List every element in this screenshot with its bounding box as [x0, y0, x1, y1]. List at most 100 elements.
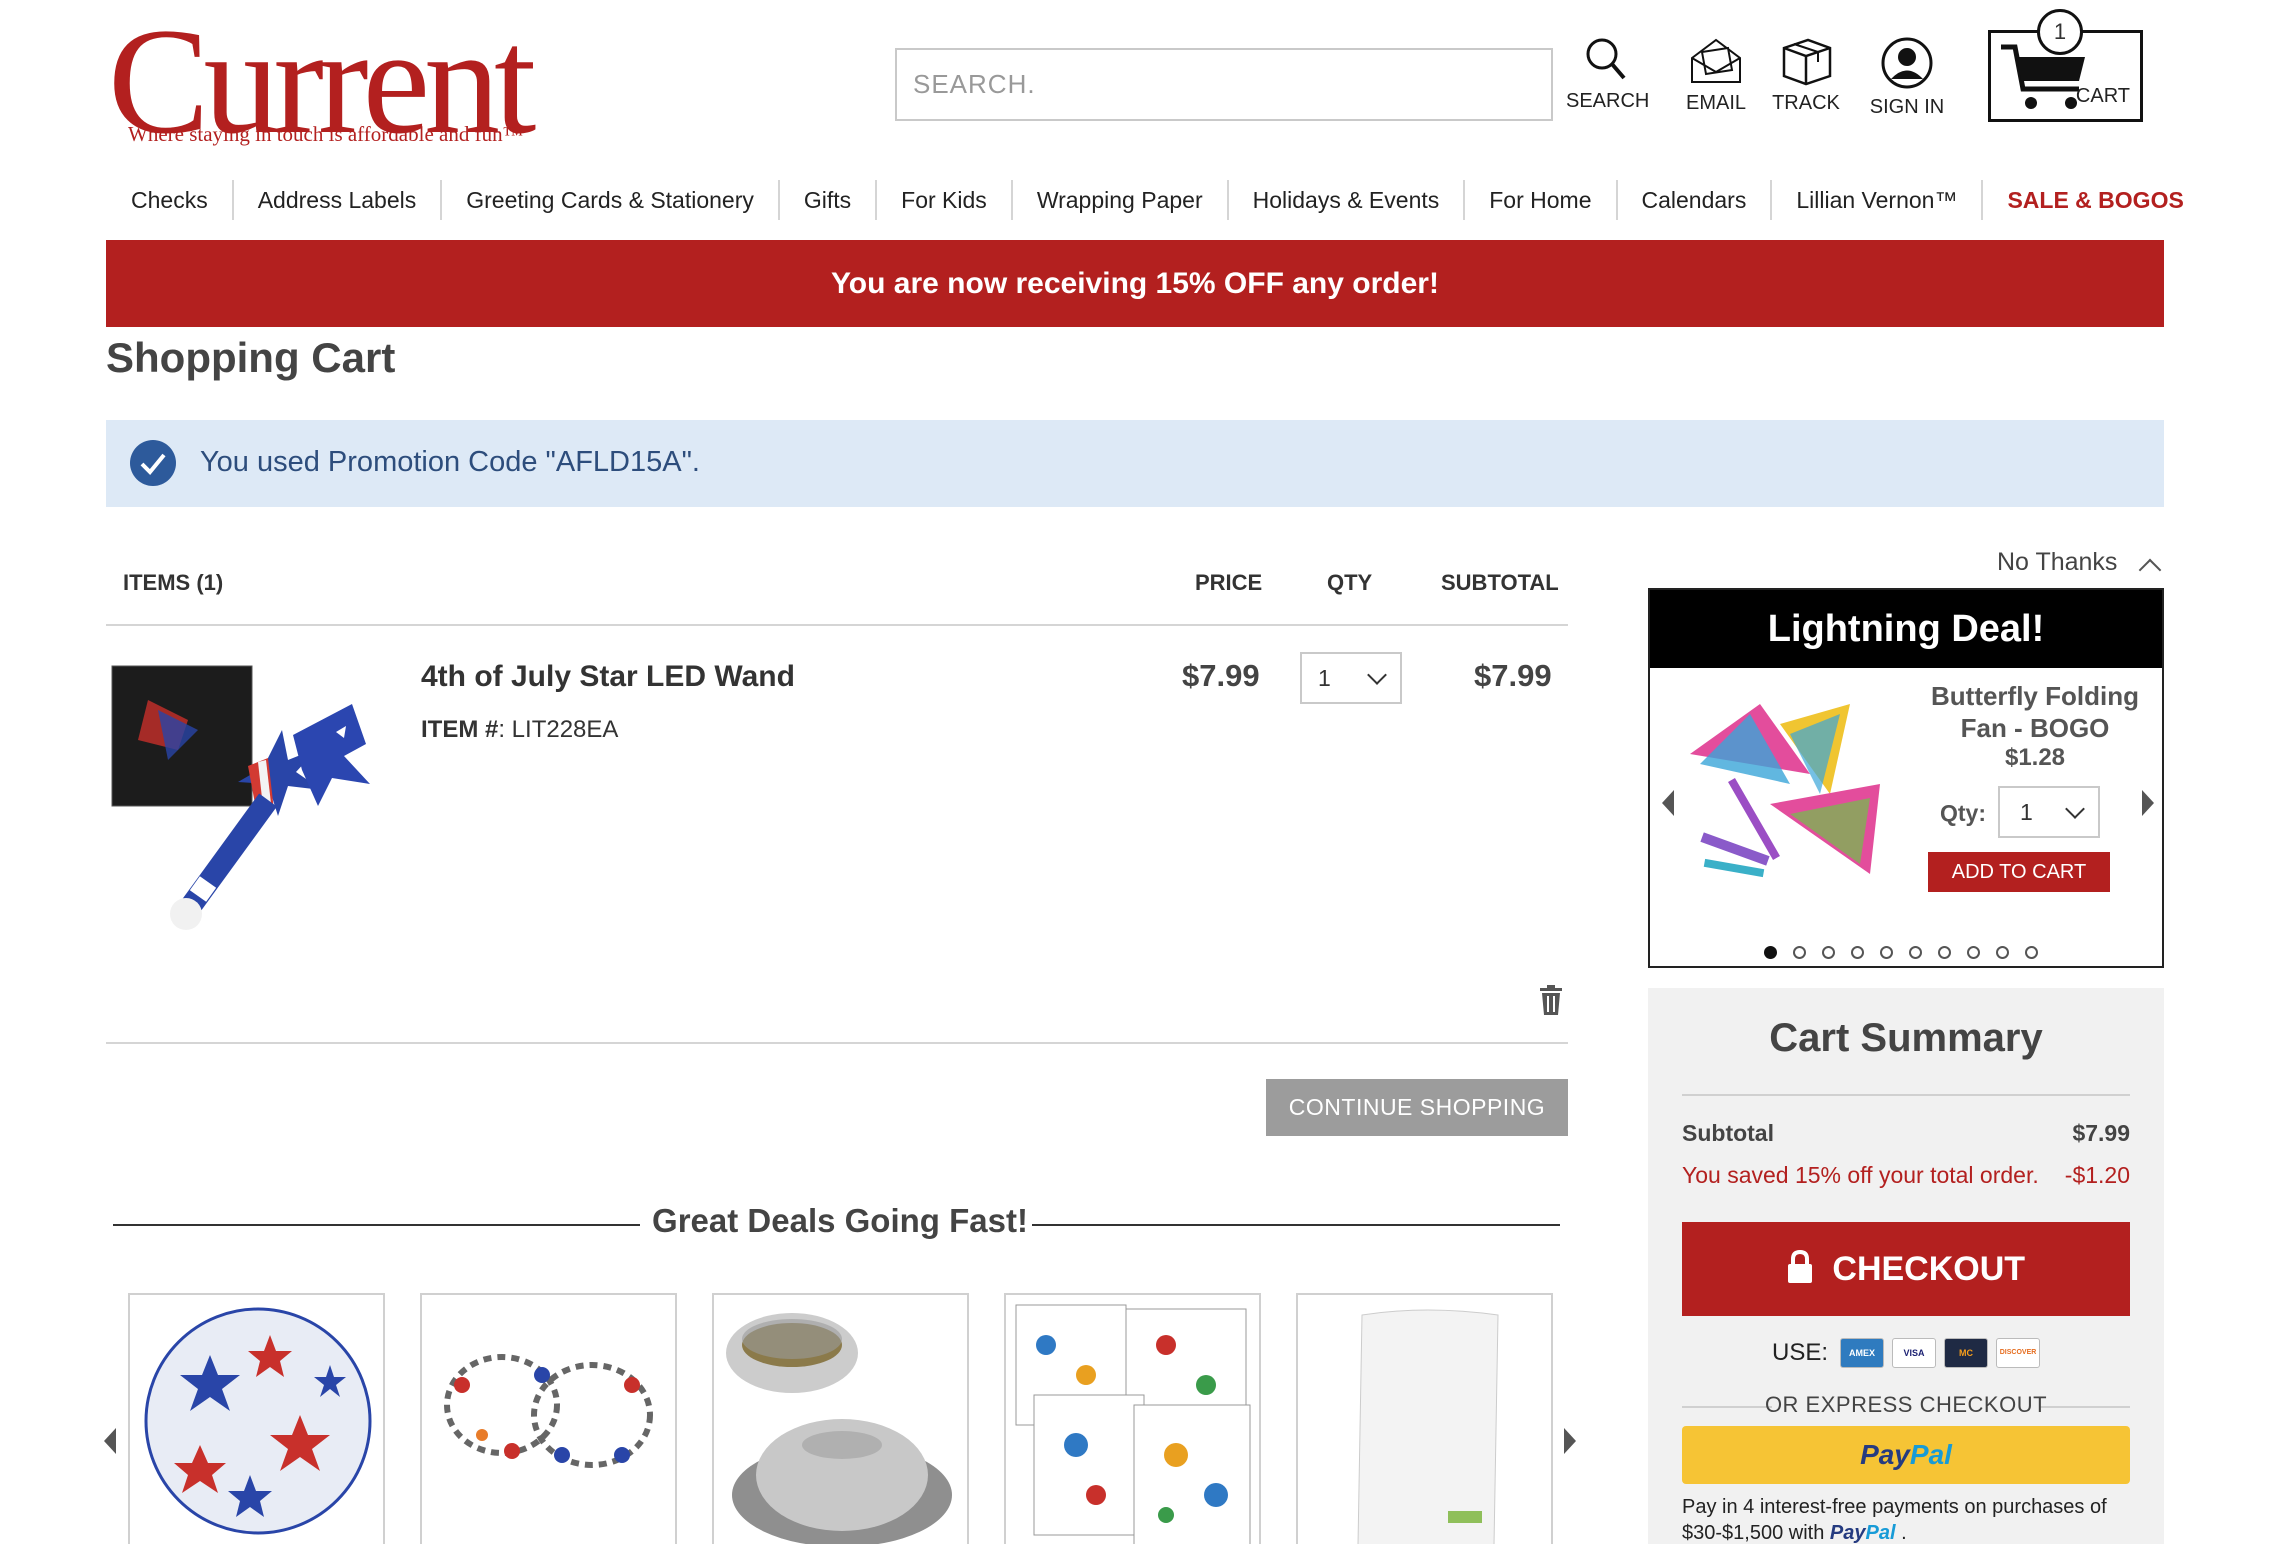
- nav-calendars[interactable]: Calendars: [1615, 180, 1771, 220]
- nav-for-kids[interactable]: For Kids: [875, 180, 1011, 220]
- track-button-label: TRACK: [1772, 92, 1840, 114]
- item-price: $7.99: [1182, 658, 1260, 693]
- product-image-star-wand[interactable]: [108, 660, 388, 940]
- package-icon: [1782, 38, 1832, 86]
- sign-in-button[interactable]: SIGN IN: [1862, 36, 1952, 119]
- lightning-deal-title: Lightning Deal!: [1650, 590, 2162, 668]
- deal-card-star-ball[interactable]: [128, 1293, 385, 1544]
- paypal-button[interactable]: PayPal: [1682, 1426, 2130, 1484]
- subtotal-header: SUBTOTAL: [1441, 570, 1559, 595]
- nav-address-labels[interactable]: Address Labels: [231, 180, 441, 220]
- promo-code-message: You used Promotion Code "AFLD15A".: [106, 420, 2164, 507]
- chevron-down-icon: [2065, 799, 2085, 819]
- lightning-deal-price: $1.28: [2004, 744, 2066, 771]
- lightning-deal-qty-value: 1: [2020, 799, 2033, 825]
- item-qty-select[interactable]: 1: [1300, 652, 1402, 704]
- cart-summary-title: Cart Summary: [1769, 1016, 2043, 1060]
- lightning-deal-image[interactable]: [1680, 694, 1910, 894]
- add-to-cart-button[interactable]: ADD TO CART: [1928, 852, 2110, 892]
- item-number-label: ITEM #: [421, 716, 499, 743]
- search-icon: [1586, 38, 1626, 80]
- mastercard-card-icon: MC: [1944, 1338, 1989, 1368]
- deal-card-white-bag[interactable]: [1296, 1293, 1553, 1544]
- deal-card-microwave-cover[interactable]: [712, 1293, 969, 1544]
- deals-prev-arrow-icon[interactable]: [104, 1428, 116, 1454]
- paypal-inline-pal: Pal: [1865, 1522, 1896, 1544]
- pay-in-4-text: Pay in 4 interest-free payments on purch…: [1682, 1494, 2142, 1544]
- nav-checks[interactable]: Checks: [106, 180, 232, 220]
- subtotal-value: $7.99: [2072, 1120, 2130, 1146]
- user-icon: [1881, 37, 1933, 89]
- nav-greeting-cards[interactable]: Greeting Cards & Stationery: [440, 180, 778, 220]
- page-title: Shopping Cart: [106, 334, 396, 381]
- summary-savings-row: You saved 15% off your total order. -$1.…: [1682, 1162, 2130, 1189]
- lock-icon: [1787, 1250, 1812, 1284]
- carousel-dot[interactable]: [1909, 946, 1922, 959]
- deals-title: Great Deals Going Fast!: [652, 1202, 1028, 1239]
- lightning-deal-qty-select[interactable]: 1: [1998, 786, 2100, 838]
- sign-in-label: SIGN IN: [1869, 96, 1945, 118]
- summary-subtotal-row: Subtotal $7.99: [1682, 1120, 2130, 1147]
- track-button[interactable]: TRACK: [1766, 36, 1846, 115]
- summary-divider: [1682, 1094, 2130, 1096]
- email-icon: [1691, 38, 1741, 83]
- main-nav: Checks Address Labels Greeting Cards & S…: [106, 178, 2184, 222]
- item-subtotal: $7.99: [1474, 658, 1552, 693]
- carousel-dot[interactable]: [2025, 946, 2038, 959]
- lightning-deal-product-name[interactable]: Butterfly Folding Fan - BOGO: [1920, 680, 2150, 744]
- carousel-dot[interactable]: [1764, 946, 1777, 959]
- remove-item-button[interactable]: [1538, 984, 1564, 1021]
- paypal-inline-pay: Pay: [1829, 1522, 1866, 1544]
- carousel-dot[interactable]: [1938, 946, 1951, 959]
- checkout-button[interactable]: CHECKOUT: [1682, 1222, 2130, 1316]
- current-logo[interactable]: Current Where staying in touch is afford…: [108, 5, 588, 157]
- carousel-dot[interactable]: [1851, 946, 1864, 959]
- nav-sale-bogos[interactable]: SALE & BOGOS: [1981, 180, 2207, 220]
- nav-lillian-vernon[interactable]: Lillian Vernon™: [1770, 180, 1981, 220]
- item-divider: [106, 1042, 1568, 1044]
- deals-next-arrow-icon[interactable]: [1564, 1428, 1576, 1454]
- paypal-logo-pay: Pay: [1860, 1439, 1910, 1470]
- checkout-label: CHECKOUT: [1832, 1250, 2026, 1288]
- no-thanks-link[interactable]: No Thanks: [1997, 548, 2117, 577]
- savings-value: -$1.20: [2064, 1162, 2130, 1188]
- amex-card-icon: AMEX: [1840, 1338, 1885, 1368]
- items-header: ITEMS (1): [123, 570, 224, 595]
- chevron-down-icon: [1367, 665, 1387, 685]
- carousel-dot[interactable]: [1996, 946, 2009, 959]
- deal-card-bird-stickers[interactable]: [1004, 1293, 1261, 1544]
- use-label: USE:: [1772, 1339, 1829, 1366]
- nav-for-home[interactable]: For Home: [1463, 180, 1615, 220]
- express-checkout-label: OR EXPRESS CHECKOUT: [1764, 1392, 2048, 1417]
- lightning-prev-arrow-icon[interactable]: [1662, 790, 1674, 816]
- chevron-up-icon[interactable]: [2138, 558, 2162, 582]
- product-item-number: ITEM #: LIT228EA: [421, 716, 618, 744]
- nav-holidays-events[interactable]: Holidays & Events: [1226, 180, 1464, 220]
- carousel-dot[interactable]: [1967, 946, 1980, 959]
- carousel-dot[interactable]: [1793, 946, 1806, 959]
- carousel-dots: [1764, 946, 2038, 959]
- carousel-dot[interactable]: [1880, 946, 1893, 959]
- nav-gifts[interactable]: Gifts: [777, 180, 875, 220]
- qty-header: QTY: [1327, 570, 1373, 595]
- promo-banner: You are now receiving 15% OFF any order!: [106, 240, 2164, 327]
- email-button-label: EMAIL: [1685, 92, 1747, 114]
- cart-label: CART: [2075, 85, 2130, 107]
- product-name[interactable]: 4th of July Star LED Wand: [421, 660, 795, 694]
- subtotal-label: Subtotal: [1682, 1120, 1774, 1146]
- visa-card-icon: VISA: [1892, 1338, 1937, 1368]
- lightning-next-arrow-icon[interactable]: [2142, 790, 2154, 816]
- nav-wrapping-paper[interactable]: Wrapping Paper: [1010, 180, 1227, 220]
- trash-icon: [1540, 985, 1562, 1015]
- deal-card-bracelets[interactable]: [420, 1293, 677, 1544]
- carousel-dot[interactable]: [1822, 946, 1835, 959]
- search-button[interactable]: SEARCH: [1566, 36, 1649, 113]
- search-input[interactable]: [895, 48, 1553, 121]
- item-qty-value: 1: [1318, 665, 1331, 691]
- pay-in-4-suffix: .: [1901, 1522, 1907, 1544]
- cart-button[interactable]: CART 1: [1988, 9, 2143, 122]
- email-button[interactable]: EMAIL: [1676, 36, 1756, 115]
- lightning-deal-qty-label: Qty:: [1940, 800, 1986, 826]
- continue-shopping-button[interactable]: CONTINUE SHOPPING: [1266, 1079, 1568, 1136]
- discover-card-icon: DISCOVER: [1996, 1338, 2041, 1368]
